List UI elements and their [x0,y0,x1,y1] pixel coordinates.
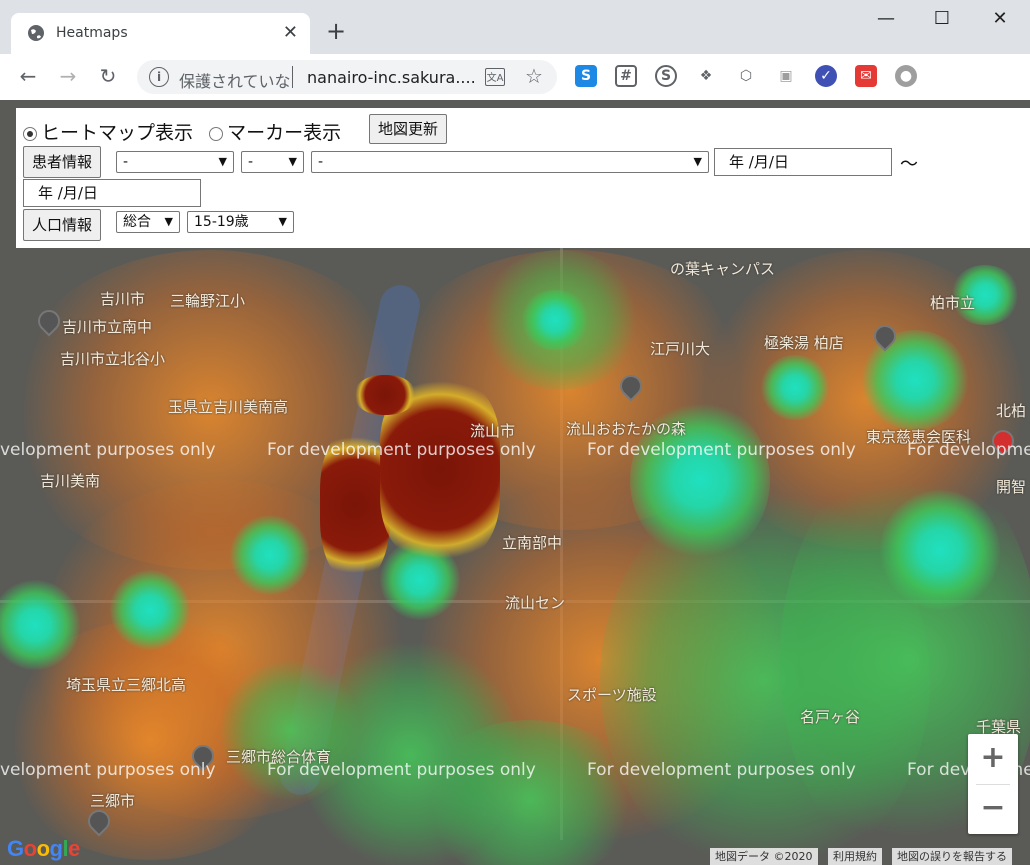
chat-icon[interactable]: ● [895,65,917,87]
map-data-attribution: 地図データ ©2020 [710,848,818,865]
map-label: 開智 [996,478,1027,496]
chevron-down-icon: ▼ [693,155,702,168]
date-to-input[interactable]: 年 /月/日 [23,179,201,207]
map-label: 名戸ヶ谷 [800,708,861,726]
map-label: 北柏 [996,402,1027,420]
dev-watermark: For development purposes only [587,440,856,460]
heat-red [355,375,415,415]
dropbox-icon[interactable]: ❖ [695,65,717,87]
reload-button[interactable]: ↻ [94,64,122,88]
update-map-button[interactable]: 地図更新 [369,114,448,144]
heat-cyan [110,570,190,650]
tab-heatmaps[interactable]: Heatmaps ✕ [11,13,310,54]
address-bar[interactable]: i 保護されていな nanairo-inc.sakura.... 文A ☆ [137,60,557,94]
heat-cyan [520,290,590,350]
dev-watermark: For development purposes only [267,760,536,780]
dev-watermark: velopment purposes only [0,760,216,780]
forward-button[interactable]: → [54,64,82,88]
map-label: 吉川美南 [40,472,101,490]
patient-select-3[interactable]: - ▼ [311,151,709,173]
security-status: 保護されていな [179,72,291,91]
dev-watermark: velopment purposes only [0,440,216,460]
patient-select-1-value: - [123,154,129,170]
patient-info-button[interactable]: 患者情報 [23,146,102,178]
map-label: 三郷市 [90,792,136,810]
map-label: 玉県立吉川美南高 [168,398,289,416]
tab-title: Heatmaps [56,25,128,41]
age-group-value: 15-19歳 [194,214,249,230]
map-label: 埼玉県立三郷北高 [66,676,187,694]
marker-label[interactable]: マーカー表示 [227,122,341,144]
heat-cyan [760,355,830,420]
display-mode-row: ヒートマップ表示 マーカー表示 [23,118,341,145]
bookmark-star-icon[interactable]: ☆ [525,64,543,88]
map-label: 江戸川大 [650,340,711,358]
chevron-down-icon: ▼ [288,155,297,168]
zoom-out-button[interactable]: − [968,784,1018,834]
map-label: の葉キャンパス [670,260,776,278]
map-label: 立南部中 [502,534,563,552]
heat-cyan [230,515,310,595]
map-label: 吉川市立北谷小 [60,350,166,368]
map-label: 流山市 [470,422,516,440]
gmail-icon[interactable]: ✉ [855,65,877,87]
minimize-button[interactable]: — [866,8,906,29]
heatmap-label[interactable]: ヒートマップ表示 [41,122,193,144]
population-total-select[interactable]: 総合 ▼ [116,211,180,233]
browser-toolbar: ← → ↻ i 保護されていな nanairo-inc.sakura.... 文… [0,54,1030,145]
info-icon[interactable]: i [149,67,169,87]
terms-link[interactable]: 利用規約 [828,848,882,865]
map-label: 柏市立 [930,294,976,312]
google-logo[interactable]: Google [7,836,80,862]
dev-watermark: For development purposes only [267,440,536,460]
heatmap-radio[interactable] [23,126,37,141]
patient-select-2[interactable]: - ▼ [241,151,304,173]
dev-watermark: For development purposes only [587,760,856,780]
zoom-control: + − [968,734,1018,834]
globe-icon [28,25,44,41]
map-label: 吉川市立南中 [62,318,153,336]
age-group-select[interactable]: 15-19歳 ▼ [187,211,294,233]
date-range-tilde: 〜 [900,154,918,175]
patient-select-2-value: - [248,154,254,170]
zoom-in-button[interactable]: + [968,734,1018,784]
chevron-down-icon: ▼ [278,215,287,228]
extension-hash-icon[interactable]: # [615,65,637,87]
map-label: スポーツ施設 [567,686,657,704]
report-error-link[interactable]: 地図の誤りを報告する [892,848,1012,865]
tab-close-icon[interactable]: ✕ [283,22,298,43]
close-window-button[interactable]: ✕ [980,8,1020,29]
heat-cyan [880,490,1000,610]
check-badge-icon[interactable]: ✓ [815,65,837,87]
tab-bar: Heatmaps ✕ + — ☐ ✕ [0,0,1030,54]
patient-select-1[interactable]: - ▼ [116,151,234,173]
patient-select-3-value: - [318,154,324,170]
controls-panel: ヒートマップ表示 マーカー表示 地図更新 患者情報 - ▼ - ▼ - ▼ 年 /月/… [16,108,1030,248]
population-total-value: 総合 [123,214,151,230]
chevron-down-icon: ▼ [164,215,173,228]
cast-icon[interactable]: ▣ [775,65,797,87]
population-info-button[interactable]: 人口情報 [23,209,102,241]
map-label: 流山おおたかの森 [566,420,687,438]
url-text[interactable]: nanairo-inc.sakura.... [307,68,476,87]
zoom-divider [976,784,1010,785]
map-label: 三輪野江小 [170,292,246,310]
back-button[interactable]: ← [14,64,42,88]
dev-watermark: For developme [907,440,1030,460]
maximize-button[interactable]: ☐ [922,8,962,29]
map-label: 流山セン [505,594,566,612]
address-separator [292,66,293,88]
extension-s-icon[interactable]: S [575,65,597,87]
marker-radio[interactable] [209,126,224,141]
skype-icon[interactable]: S [655,65,677,87]
cube-icon[interactable]: ⬡ [735,65,757,87]
chevron-down-icon: ▼ [218,155,227,168]
heat-cyan [860,330,970,430]
translate-icon[interactable]: 文A [485,68,505,86]
date-from-input[interactable]: 年 /月/日 [714,148,892,176]
new-tab-button[interactable]: + [326,19,346,43]
map-label: 極楽湯 柏店 [764,334,844,352]
map-label: 吉川市 [100,290,146,308]
